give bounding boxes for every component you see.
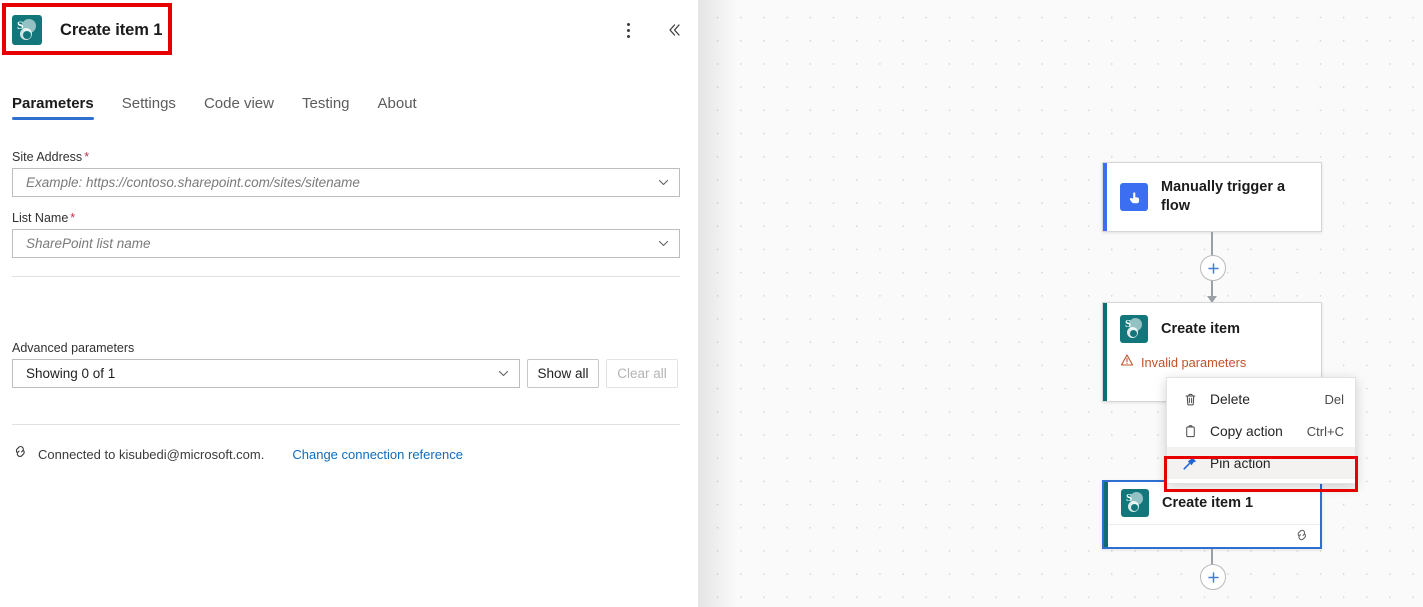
context-menu-shortcut: Del [1324,392,1344,407]
connection-icon [12,443,29,465]
advanced-parameters-label: Advanced parameters [12,341,682,355]
node-error-row: Invalid parameters [1103,353,1321,372]
advanced-parameters-dropdown[interactable]: Showing 0 of 1 [12,359,520,388]
node-context-menu: Delete Del Copy action Ctrl+C [1166,377,1356,484]
collapse-panel-icon[interactable] [658,14,690,46]
add-action-button[interactable] [1200,564,1226,590]
site-address-placeholder: Example: https://contoso.sharepoint.com/… [13,175,360,190]
tab-code-view[interactable]: Code view [190,95,288,120]
change-connection-reference-link[interactable]: Change connection reference [292,447,463,462]
node-footer [1104,524,1320,549]
required-marker: * [82,150,89,164]
node-accent-bar [1103,303,1107,401]
plus-icon [1207,262,1220,275]
form-divider [12,276,680,277]
node-accent-bar [1104,482,1108,547]
site-address-input[interactable]: Example: https://contoso.sharepoint.com/… [12,168,680,197]
page-title: Create item 1 [60,21,162,40]
panel-edge-shadow [698,0,738,607]
more-options-icon[interactable] [612,14,644,46]
connection-divider [12,424,680,425]
context-menu-item-delete[interactable]: Delete Del [1167,383,1355,415]
flow-node-manual-trigger[interactable]: Manually trigger a flow [1102,162,1322,232]
node-title: Create item [1161,320,1240,339]
panel-header: S Create item 1 [0,0,698,60]
chevron-down-icon[interactable] [656,237,670,251]
tab-settings[interactable]: Settings [108,95,190,120]
advanced-parameters-section: Advanced parameters Showing 0 of 1 Show … [12,341,682,388]
trash-icon [1180,392,1200,407]
connection-footer: Connected to kisubedi@microsoft.com. Cha… [12,443,463,465]
sharepoint-icon: S [1120,315,1148,343]
parameters-form: Site Address* Example: https://contoso.s… [12,150,682,277]
tab-parameters[interactable]: Parameters [12,95,108,120]
node-error-text: Invalid parameters [1141,355,1246,370]
advanced-parameters-row: Showing 0 of 1 Show all Clear all [12,359,682,388]
context-menu-label: Copy action [1210,424,1297,439]
tab-about[interactable]: About [364,95,431,120]
context-menu-label: Delete [1210,392,1314,407]
site-address-label: Site Address* [12,150,682,164]
panel-tabs: Parameters Settings Code view Testing Ab… [12,84,431,120]
node-title: Create item 1 [1162,494,1253,513]
node-accent-bar [1103,163,1107,231]
node-header: Manually trigger a flow [1103,163,1321,231]
clear-all-button[interactable]: Clear all [606,359,678,388]
panel-header-actions [612,14,690,46]
chevron-down-icon[interactable] [496,367,510,381]
manual-trigger-icon [1120,183,1148,211]
add-action-button[interactable] [1200,255,1226,281]
clipboard-icon [1180,424,1200,439]
chevron-down-icon[interactable] [656,176,670,190]
list-name-input[interactable]: SharePoint list name [12,229,680,258]
flow-canvas[interactable]: Manually trigger a flow S Create item [698,0,1423,607]
list-name-label-text: List Name [12,211,68,225]
advanced-parameters-value: Showing 0 of 1 [13,366,115,381]
flow-designer-screen: S Create item 1 Parameters Settings [0,0,1423,607]
panel-title-group[interactable]: S Create item 1 [12,12,162,48]
site-address-label-text: Site Address [12,150,82,164]
pin-icon [1180,455,1200,471]
context-menu-label: Pin action [1210,456,1334,471]
sharepoint-icon: S [12,15,42,45]
context-menu-item-copy-action[interactable]: Copy action Ctrl+C [1167,415,1355,447]
node-header: S Create item [1103,303,1321,355]
list-name-placeholder: SharePoint list name [13,236,151,251]
connection-icon[interactable] [1294,527,1310,548]
warning-icon [1120,353,1134,372]
flow-node-create-item-1[interactable]: S Create item 1 [1102,480,1322,549]
tab-testing[interactable]: Testing [288,95,364,120]
context-menu-item-pin-action[interactable]: Pin action [1167,447,1355,479]
plus-icon [1207,571,1220,584]
connection-status-text: Connected to kisubedi@microsoft.com. [38,447,264,462]
action-details-panel: S Create item 1 Parameters Settings [0,0,698,607]
list-name-label: List Name* [12,211,682,225]
required-marker: * [68,211,75,225]
node-header: S Create item 1 [1104,482,1320,524]
show-all-button[interactable]: Show all [527,359,599,388]
node-title: Manually trigger a flow [1161,178,1311,216]
sharepoint-icon: S [1121,489,1149,517]
context-menu-shortcut: Ctrl+C [1307,424,1344,439]
